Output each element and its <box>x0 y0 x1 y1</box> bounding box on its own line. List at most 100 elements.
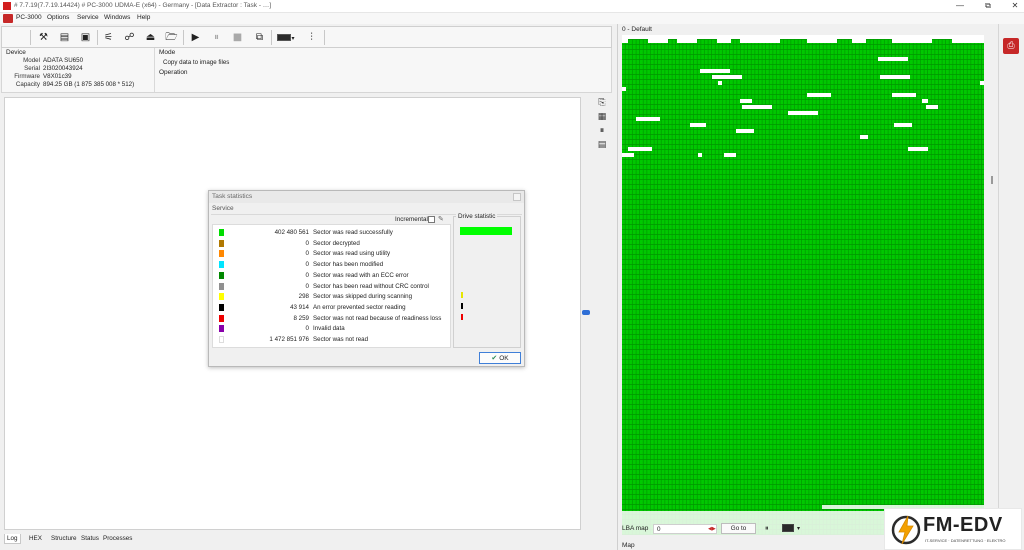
status-color-swatch <box>219 303 224 311</box>
map-scrollbar-thumb[interactable] <box>991 176 993 184</box>
task-save-icon[interactable]: ▣ <box>78 30 93 45</box>
sector-count: 1 472 851 976 <box>269 336 309 343</box>
right-tool-strip: ⎙ <box>998 24 1024 550</box>
toolbar-separator <box>97 30 98 45</box>
fm-edv-logo: FM-EDV IT-SERVICE · DATENRETTUNG · ELEKT… <box>884 508 1022 550</box>
tab-log[interactable]: Log <box>4 534 21 544</box>
drive-statistic-error-tick <box>461 303 463 309</box>
unread-block <box>698 153 702 157</box>
hdd-icon[interactable]: ⏏ <box>143 30 158 45</box>
unread-block <box>736 129 754 133</box>
bottom-tabs: Log HEX Structure Status Processes <box>1 532 612 546</box>
unread-block <box>718 81 722 85</box>
lba-arrow-icon[interactable]: ◀▶ <box>708 526 716 532</box>
lba-map[interactable] <box>622 35 984 535</box>
unread-block <box>926 105 938 109</box>
scrollbar-thumb[interactable] <box>582 310 590 315</box>
mode-value: Copy data to image files <box>163 59 230 66</box>
window-title: # 7.7.19(7.7.19.14424) # PC-3000 UDMA-E … <box>14 2 272 9</box>
map-pause-icon[interactable]: ⏸ <box>765 524 769 533</box>
vertical-scrollbar[interactable] <box>582 97 590 530</box>
report-icon[interactable]: ⎙ <box>1003 38 1019 54</box>
operation-header: Operation <box>159 69 188 76</box>
chevron-down-icon[interactable]: ▾ <box>797 525 800 532</box>
firmware-label: Firmware <box>14 73 40 80</box>
map-pane: 0 - Default LBA map 0 ◀▶ Go to ⏸ ▾ Map <box>617 24 997 550</box>
pause-icon[interactable]: ⏸ <box>596 125 608 137</box>
dialog-close-button[interactable] <box>513 193 521 201</box>
export-icon[interactable]: ⎘ <box>596 97 608 109</box>
unread-block <box>622 39 628 43</box>
task-icon[interactable]: ▤ <box>57 30 72 45</box>
play-icon[interactable]: ▶ <box>188 30 203 45</box>
unread-block <box>628 147 652 151</box>
save-icon[interactable]: ▦ <box>596 111 608 123</box>
sector-count: 0 <box>305 250 309 258</box>
menu-windows[interactable]: Windows <box>104 14 130 21</box>
tab-processes[interactable]: Processes <box>101 534 134 543</box>
incremental-label: Incremental <box>395 216 428 223</box>
tools-icon[interactable]: ⚒ <box>36 30 51 45</box>
statistics-row: 1 472 851 976 Sector was not read <box>213 335 450 345</box>
toolbar-separator <box>324 30 325 45</box>
unread-block <box>690 123 706 127</box>
lightning-logo-icon <box>891 515 921 545</box>
capacity-value: 894.25 GB (1 875 385 008 * 512) <box>43 81 135 88</box>
unread-block <box>622 87 626 91</box>
model-label: Model <box>23 57 40 64</box>
ok-button[interactable]: ✔ OK <box>479 352 521 364</box>
status-color-swatch <box>219 239 224 247</box>
minimize-button[interactable]: — <box>955 1 965 11</box>
binoculars-icon[interactable]: ☍ <box>122 30 137 45</box>
status-color-swatch <box>219 271 224 279</box>
menu-app-name[interactable]: PC-3000 <box>16 14 42 21</box>
menu-help[interactable]: Help <box>137 14 150 21</box>
sector-status-description: Sector was skipped during scanning <box>313 293 413 301</box>
tab-hex[interactable]: HEX <box>27 534 44 543</box>
pause-icon[interactable]: ⏸ <box>209 30 224 45</box>
check-icon: ✔ <box>491 354 498 362</box>
unread-block <box>742 105 772 109</box>
unread-block <box>952 39 984 43</box>
sector-map-icon[interactable]: ⚟ <box>101 30 116 45</box>
logo-name: FM-EDV <box>923 514 1003 536</box>
toolbar-separator <box>30 30 31 45</box>
lba-map-label: LBA map <box>622 525 649 532</box>
unread-block <box>622 35 984 39</box>
unread-block <box>980 81 984 85</box>
status-color-swatch <box>219 261 224 269</box>
sector-count: 0 <box>305 282 309 290</box>
unread-block <box>788 111 818 115</box>
menu-options[interactable]: Options <box>47 14 69 21</box>
eraser-icon[interactable]: ✎ <box>438 215 444 223</box>
statistics-row: 0 Sector was read using utility <box>213 249 450 259</box>
sector-status-description: Sector was not read because of readiness… <box>313 314 442 322</box>
task-statistics-dialog: Task statistics Service Incremental ✎ 40… <box>208 190 525 367</box>
restore-button[interactable]: ⧉ <box>983 1 993 11</box>
unread-block <box>894 123 912 127</box>
map-drive-icon[interactable] <box>782 524 794 532</box>
unread-block <box>922 99 928 103</box>
copy-icon[interactable]: ⧉ <box>252 30 267 45</box>
statistics-row: 8 259 Sector was not read because of read… <box>213 314 450 324</box>
drive-selector-icon[interactable]: ▾ <box>275 30 297 45</box>
ok-label: OK <box>499 355 509 362</box>
tab-map[interactable]: Map <box>622 542 635 549</box>
sector-status-description: An error prevented sector reading <box>313 303 406 311</box>
sector-count: 0 <box>305 261 309 269</box>
close-button[interactable]: ✕ <box>1010 1 1020 11</box>
menu-service[interactable]: Service <box>77 14 99 21</box>
sector-count: 43 914 <box>290 303 309 311</box>
stop-icon[interactable]: ■ <box>230 30 245 45</box>
tab-structure[interactable]: Structure <box>49 534 79 543</box>
folder-open-icon[interactable]: 🗁 <box>164 30 179 45</box>
capacity-label: Capacity <box>15 81 40 88</box>
unread-block <box>700 69 730 73</box>
tab-status[interactable]: Status <box>79 534 101 543</box>
drive-settings-icon[interactable]: ⫶ <box>304 30 319 45</box>
goto-button[interactable]: Go to <box>721 523 756 534</box>
firmware-value: V8X01c39 <box>43 73 72 80</box>
incremental-checkbox[interactable] <box>428 216 435 223</box>
map-scrollbar[interactable] <box>988 35 996 535</box>
log-settings-icon[interactable]: ▤ <box>596 139 608 151</box>
